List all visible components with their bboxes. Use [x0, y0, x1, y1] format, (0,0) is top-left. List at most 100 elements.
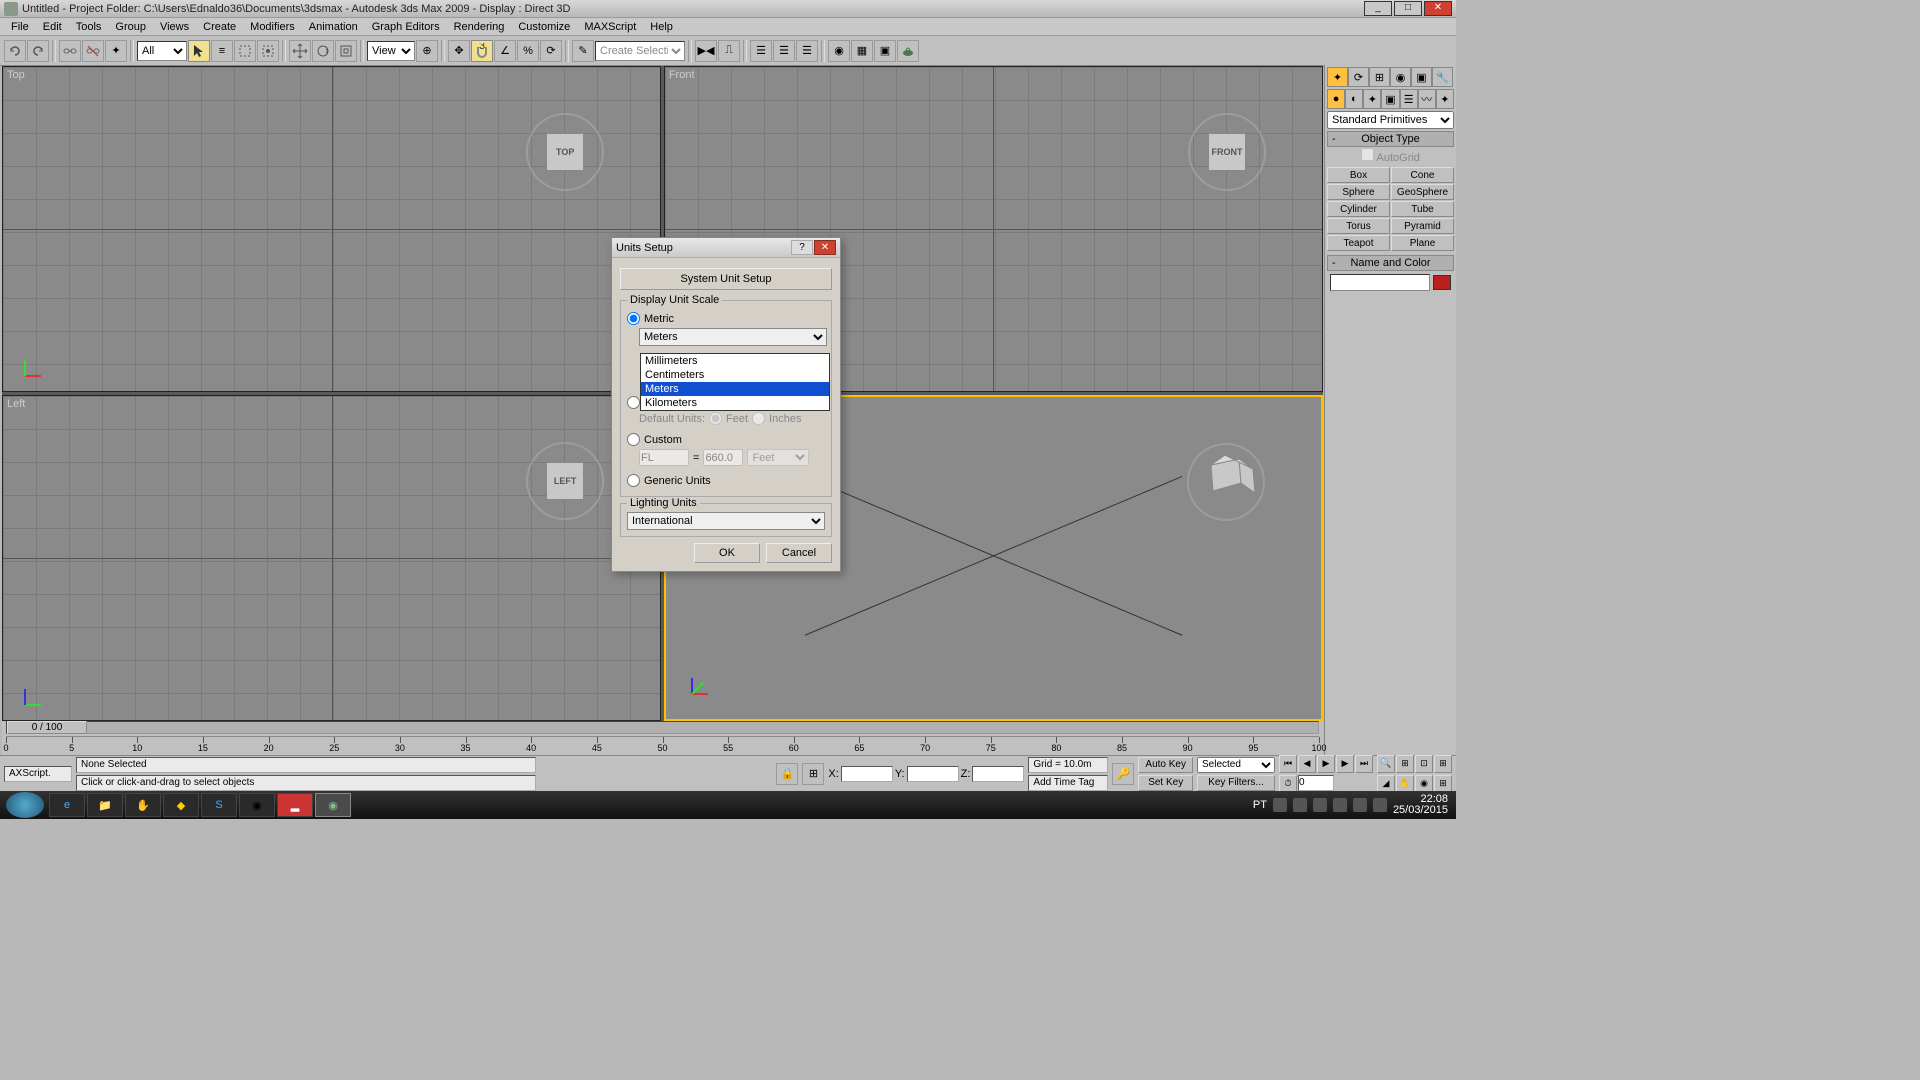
lighting-units-dropdown[interactable]: International — [627, 512, 825, 530]
task-3dsmax[interactable]: ◉ — [315, 793, 351, 817]
select-by-name-button[interactable]: ≡ — [211, 40, 233, 62]
communication-center-button[interactable]: 🔑 — [1112, 763, 1134, 785]
coord-x-input[interactable] — [841, 766, 893, 782]
dialog-help-button[interactable]: ? — [791, 240, 813, 255]
goto-end-button[interactable]: ⏭ — [1355, 755, 1373, 773]
rendered-frame-button[interactable]: ▣ — [874, 40, 896, 62]
material-editor-button[interactable]: ◉ — [828, 40, 850, 62]
maxscript-listener[interactable]: AXScript. — [4, 766, 72, 782]
layer-manager-button[interactable]: ☰ — [750, 40, 772, 62]
tray-icon[interactable] — [1333, 798, 1347, 812]
menu-create[interactable]: Create — [196, 19, 243, 35]
option-meters[interactable]: Meters — [641, 382, 829, 396]
motion-tab[interactable]: ◉ — [1390, 67, 1411, 87]
viewcube-perspective[interactable] — [1181, 437, 1271, 527]
task-app2[interactable]: ◆ — [163, 793, 199, 817]
bind-spacewarp-button[interactable]: ✦ — [105, 40, 127, 62]
category-dropdown[interactable]: Standard Primitives — [1327, 111, 1454, 129]
selection-filter-dropdown[interactable]: All — [137, 41, 187, 61]
select-region-rect-button[interactable] — [234, 40, 256, 62]
menu-views[interactable]: Views — [153, 19, 196, 35]
ref-coord-dropdown[interactable]: View — [367, 41, 415, 61]
snap-toggle-button[interactable]: 3 — [471, 40, 493, 62]
arc-rotate-button[interactable]: ◉ — [1415, 775, 1433, 793]
lights-button[interactable]: ✦ — [1363, 89, 1381, 109]
task-avira[interactable]: ▂ — [277, 793, 313, 817]
zoom-button[interactable]: 🔍 — [1377, 755, 1395, 773]
coord-z-input[interactable] — [972, 766, 1024, 782]
obj-pyramid[interactable]: Pyramid — [1391, 218, 1454, 234]
obj-box[interactable]: Box — [1327, 167, 1390, 183]
pan-button[interactable]: ✋ — [1396, 775, 1414, 793]
tray-icon[interactable] — [1313, 798, 1327, 812]
named-selection-dropdown[interactable]: Create Selection Set — [595, 41, 685, 61]
menu-animation[interactable]: Animation — [302, 19, 365, 35]
metric-unit-dropdown[interactable]: Meters — [639, 328, 827, 346]
metric-radio[interactable] — [627, 312, 640, 325]
system-tray[interactable]: PT 22:0825/03/2015 — [1247, 794, 1454, 816]
menu-modifiers[interactable]: Modifiers — [243, 19, 302, 35]
prev-frame-button[interactable]: ◀ — [1298, 755, 1316, 773]
maximize-button[interactable]: □ — [1394, 1, 1422, 16]
obj-teapot[interactable]: Teapot — [1327, 235, 1390, 251]
play-button[interactable]: ▶ — [1317, 755, 1335, 773]
time-tag[interactable]: Add Time Tag — [1028, 775, 1108, 791]
unlink-button[interactable] — [82, 40, 104, 62]
next-frame-button[interactable]: ▶ — [1336, 755, 1354, 773]
viewport-left[interactable]: Left LEFT — [2, 395, 661, 721]
time-slider[interactable]: 0 / 100 — [6, 721, 1319, 734]
helpers-button[interactable]: ☰ — [1400, 89, 1418, 109]
spacewarps-button[interactable]: 〰 — [1418, 89, 1436, 109]
percent-snap-button[interactable]: % — [517, 40, 539, 62]
viewcube-front[interactable]: FRONT — [1182, 107, 1272, 197]
dialog-close-button[interactable]: ✕ — [814, 240, 836, 255]
tray-icon[interactable] — [1273, 798, 1287, 812]
current-frame-input[interactable] — [1298, 775, 1334, 791]
render-setup-button[interactable]: ▦ — [851, 40, 873, 62]
modify-tab[interactable]: ⟳ — [1348, 67, 1369, 87]
redo-button[interactable] — [27, 40, 49, 62]
shapes-button[interactable]: ◐ — [1345, 89, 1363, 109]
curve-editor-button[interactable]: ☰ — [773, 40, 795, 62]
task-app1[interactable]: ✋ — [125, 793, 161, 817]
align-button[interactable]: ⎍ — [718, 40, 740, 62]
cancel-button[interactable]: Cancel — [766, 543, 832, 563]
obj-plane[interactable]: Plane — [1391, 235, 1454, 251]
key-selection-dropdown[interactable]: Selected — [1197, 757, 1275, 773]
clock[interactable]: 22:0825/03/2015 — [1393, 794, 1448, 816]
maximize-viewport-button[interactable]: ⊞ — [1434, 775, 1452, 793]
viewcube-left[interactable]: LEFT — [520, 436, 610, 526]
metric-unit-dropdown-list[interactable]: Millimeters Centimeters Meters Kilometer… — [640, 353, 830, 411]
undo-button[interactable] — [4, 40, 26, 62]
menu-customize[interactable]: Customize — [511, 19, 577, 35]
move-button[interactable] — [289, 40, 311, 62]
us-standard-radio[interactable] — [627, 396, 640, 409]
custom-radio[interactable] — [627, 433, 640, 446]
select-object-button[interactable] — [188, 40, 210, 62]
object-name-input[interactable] — [1330, 274, 1430, 291]
start-button[interactable] — [6, 792, 44, 818]
zoom-extents-all-button[interactable]: ⊞ — [1434, 755, 1452, 773]
zoom-all-button[interactable]: ⊞ — [1396, 755, 1414, 773]
systems-button[interactable]: ✦ — [1436, 89, 1454, 109]
option-centimeters[interactable]: Centimeters — [641, 368, 829, 382]
minimize-button[interactable]: _ — [1364, 1, 1392, 16]
generic-units-radio[interactable] — [627, 474, 640, 487]
selection-lock-button[interactable]: 🔒 — [776, 763, 798, 785]
window-crossing-button[interactable] — [257, 40, 279, 62]
close-button[interactable]: ✕ — [1424, 1, 1452, 16]
time-ruler[interactable]: 0510152025303540455055606570758085909510… — [6, 736, 1319, 754]
auto-key-button[interactable]: Auto Key — [1138, 757, 1193, 773]
utilities-tab[interactable]: 🔧 — [1432, 67, 1453, 87]
viewcube-top[interactable]: TOP — [520, 107, 610, 197]
menu-edit[interactable]: Edit — [36, 19, 69, 35]
task-chrome[interactable]: ◉ — [239, 793, 275, 817]
menu-group[interactable]: Group — [108, 19, 153, 35]
named-selection-edit-button[interactable]: ✎ — [572, 40, 594, 62]
display-tab[interactable]: ▣ — [1411, 67, 1432, 87]
task-skype[interactable]: S — [201, 793, 237, 817]
tray-icon[interactable] — [1353, 798, 1367, 812]
transform-type-in-button[interactable]: ⊞ — [802, 763, 824, 785]
select-manipulate-button[interactable]: ✥ — [448, 40, 470, 62]
time-slider-thumb[interactable]: 0 / 100 — [7, 721, 87, 734]
